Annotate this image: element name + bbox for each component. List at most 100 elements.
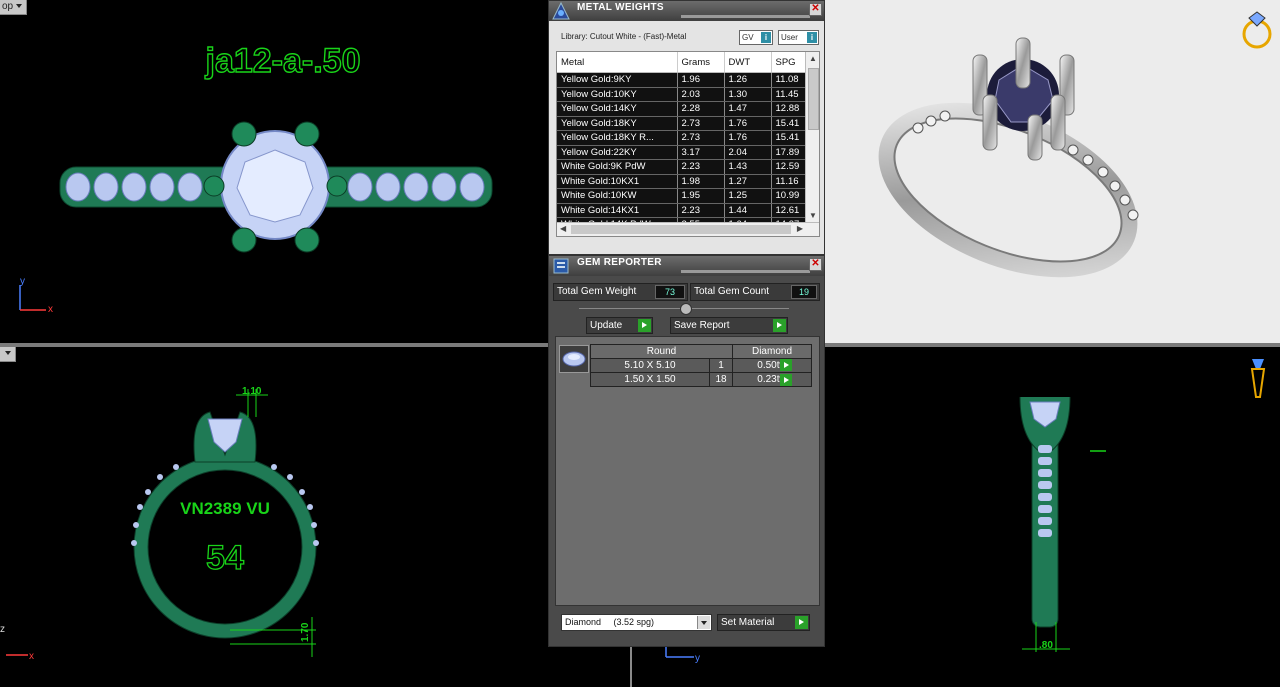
table-cell: 2.03 bbox=[677, 87, 725, 102]
chevron-up-icon[interactable]: ▲ bbox=[809, 54, 817, 64]
title-underline bbox=[681, 15, 810, 18]
gem-type-header: Diamond bbox=[732, 344, 812, 359]
ring-logo-icon[interactable] bbox=[1242, 11, 1272, 49]
close-icon[interactable]: ✕ bbox=[809, 258, 822, 271]
metal-weights-panel[interactable]: METAL WEIGHTS ✕ Library: Cutout White - … bbox=[548, 0, 825, 255]
table-cell: White Gold:9K PdW bbox=[557, 159, 678, 175]
column-header[interactable]: Grams bbox=[677, 52, 725, 73]
perspective-viewport[interactable] bbox=[823, 0, 1280, 343]
select-row-button[interactable] bbox=[780, 359, 792, 371]
table-cell: 2.73 bbox=[677, 116, 725, 131]
table-cell: 1.96 bbox=[677, 72, 725, 88]
gem-table[interactable]: Round Diamond 5.10 X 5.10 1 0.50tw 1.50 … bbox=[590, 344, 812, 387]
table-cell: 2.73 bbox=[677, 130, 725, 146]
table-cell: 1.76 bbox=[724, 116, 772, 131]
svg-text:1.10: 1.10 bbox=[242, 386, 262, 397]
report-icon bbox=[553, 258, 569, 274]
table-row[interactable]: White Gold:9K PdW 2.23 1.43 12.59 bbox=[557, 159, 812, 175]
svg-text:y: y bbox=[695, 653, 700, 664]
perspective-camera-icon[interactable] bbox=[1250, 359, 1266, 398]
table-row[interactable]: Yellow Gold:18KY 2.73 1.76 15.41 bbox=[557, 116, 812, 131]
select-row-button[interactable] bbox=[780, 374, 792, 386]
gem-reporter-panel[interactable]: GEM REPORTER ✕ Total Gem Weight 73 Total… bbox=[548, 255, 825, 647]
table-row[interactable]: White Gold:10KW 1.95 1.25 10.99 bbox=[557, 188, 812, 204]
update-button[interactable]: Update bbox=[586, 317, 653, 334]
table-cell: Yellow Gold:18KY bbox=[557, 116, 678, 131]
part-name-text: ja12-a-.50 bbox=[205, 42, 361, 80]
total-gem-count-value: 19 bbox=[791, 285, 817, 299]
table-row[interactable]: 1.50 X 1.50 18 0.23tw bbox=[590, 372, 812, 387]
table-cell: 1.26 bbox=[724, 72, 772, 88]
user-button[interactable]: User i bbox=[778, 30, 819, 45]
table-cell: Yellow Gold:22KY bbox=[557, 145, 678, 160]
svg-text:1.70: 1.70 bbox=[300, 622, 311, 642]
front-viewport[interactable]: VN2389 VU 54 1.10 1.70 z x bbox=[0, 347, 548, 687]
table-cell: White Gold:14KX1 bbox=[557, 203, 678, 218]
svg-text:z: z bbox=[0, 624, 5, 635]
ring-render bbox=[878, 11, 1272, 278]
metal-weights-title: METAL WEIGHTS bbox=[577, 2, 664, 13]
vertical-scrollbar[interactable]: ▲ ▼ bbox=[805, 52, 819, 223]
scroll-thumb[interactable] bbox=[808, 68, 819, 130]
table-cell: 1.47 bbox=[724, 101, 772, 117]
table-cell: 1.25 bbox=[724, 188, 772, 204]
ring-top-view: ja12-a-.50 y x bbox=[19, 41, 493, 315]
chevron-right-icon[interactable]: ▶ bbox=[797, 224, 803, 234]
material-select[interactable]: Diamond (3.52 spg) bbox=[561, 614, 712, 631]
top-viewport[interactable]: op ja12-a-.50 y x bbox=[0, 0, 548, 343]
splitter-handle[interactable] bbox=[680, 303, 692, 315]
svg-text:y: y bbox=[20, 276, 25, 287]
play-icon bbox=[773, 319, 786, 332]
table-row[interactable]: Yellow Gold:14KY 2.28 1.47 12.88 bbox=[557, 101, 812, 117]
table-cell: 1.43 bbox=[724, 159, 772, 175]
metal-table-container[interactable]: Metal Grams DWT SPG Yellow Gold:9KY 1.96 1.26… bbox=[556, 51, 820, 237]
table-cell: 3.17 bbox=[677, 145, 725, 160]
engraving-text: VN2389 VU bbox=[180, 499, 270, 518]
info-icon: i bbox=[761, 32, 771, 43]
svg-text:.80: .80 bbox=[1039, 640, 1053, 651]
scale-icon bbox=[552, 1, 570, 20]
chevron-down-icon[interactable]: ▼ bbox=[809, 211, 817, 221]
table-cell: Yellow Gold:9KY bbox=[557, 72, 678, 88]
round-diamond-icon bbox=[559, 345, 589, 373]
svg-text:x: x bbox=[29, 651, 34, 662]
table-cell: 1.44 bbox=[724, 203, 772, 218]
table-cell: 2.28 bbox=[677, 101, 725, 117]
table-cell: 2.04 bbox=[724, 145, 772, 160]
table-cell: Yellow Gold:14KY bbox=[557, 101, 678, 117]
close-icon[interactable]: ✕ bbox=[809, 3, 822, 16]
table-cell: Yellow Gold:10KY bbox=[557, 87, 678, 102]
gem-reporter-title: GEM REPORTER bbox=[577, 257, 662, 268]
table-row[interactable]: Yellow Gold:10KY 2.03 1.30 11.45 bbox=[557, 87, 812, 102]
gem-reporter-titlebar[interactable]: GEM REPORTER ✕ bbox=[549, 256, 824, 276]
shape-header: Round bbox=[590, 344, 733, 359]
column-header[interactable]: Metal bbox=[557, 52, 678, 73]
play-icon bbox=[638, 319, 651, 332]
table-cell: 2.23 bbox=[677, 159, 725, 175]
scroll-thumb[interactable] bbox=[571, 225, 791, 234]
table-row[interactable]: White Gold:14KX1 2.23 1.44 12.61 bbox=[557, 203, 812, 218]
play-icon bbox=[795, 616, 808, 629]
table-cell: 1.76 bbox=[724, 130, 772, 146]
svg-text:x: x bbox=[48, 304, 53, 315]
table-row[interactable]: Yellow Gold:9KY 1.96 1.26 11.08 bbox=[557, 72, 812, 88]
table-row[interactable]: White Gold:10KX1 1.98 1.27 11.16 bbox=[557, 174, 812, 189]
column-header[interactable]: DWT bbox=[724, 52, 772, 73]
table-cell: 2.23 bbox=[677, 203, 725, 218]
table-row[interactable]: Yellow Gold:18KY R... 2.73 1.76 15.41 bbox=[557, 130, 812, 146]
table-row[interactable]: Yellow Gold:22KY 3.17 2.04 17.89 bbox=[557, 145, 812, 160]
table-cell: 1.95 bbox=[677, 188, 725, 204]
horizontal-scrollbar[interactable]: ◀ ▶ bbox=[557, 222, 819, 236]
ring-size-text: 54 bbox=[206, 539, 244, 577]
set-material-button[interactable]: Set Material bbox=[717, 614, 810, 631]
gv-button[interactable]: GV i bbox=[739, 30, 773, 45]
table-cell: White Gold:10KX1 bbox=[557, 174, 678, 189]
metal-weights-table[interactable]: Metal Grams DWT SPG Yellow Gold:9KY 1.96 1.26… bbox=[557, 52, 812, 233]
chevron-down-icon[interactable] bbox=[697, 616, 710, 629]
gem-list-area[interactable]: Round Diamond 5.10 X 5.10 1 0.50tw 1.50 … bbox=[555, 336, 820, 606]
save-report-button[interactable]: Save Report bbox=[670, 317, 788, 334]
table-row[interactable]: 5.10 X 5.10 1 0.50tw bbox=[590, 358, 812, 373]
title-underline bbox=[681, 270, 810, 273]
chevron-left-icon[interactable]: ◀ bbox=[560, 224, 566, 234]
metal-weights-titlebar[interactable]: METAL WEIGHTS ✕ bbox=[549, 1, 824, 21]
